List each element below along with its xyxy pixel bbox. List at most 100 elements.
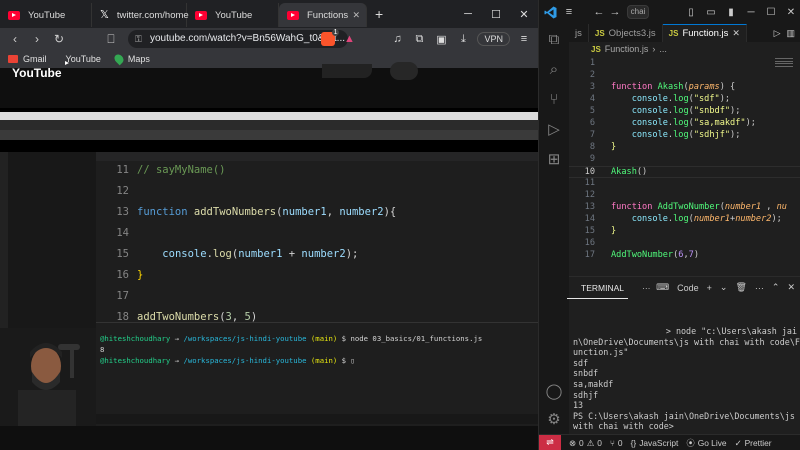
trash-icon[interactable]: 🗑 <box>735 282 746 293</box>
braces-icon: {} <box>630 437 637 448</box>
browser-tab[interactable]: 𝕏 twitter.com/home <box>92 3 189 27</box>
close-tab-icon[interactable]: ✕ <box>352 10 360 21</box>
terminal[interactable]: > node "c:\Users\akash jai n\OneDrive\Doc… <box>569 298 800 434</box>
tab-label: Function.js <box>682 28 729 39</box>
browser-tab[interactable]: YouTube <box>187 3 279 27</box>
music-icon[interactable]: ♫ <box>389 33 405 45</box>
rewards-icon[interactable]: ▲ <box>341 33 357 45</box>
remote-icon[interactable]: ⇌ <box>539 434 561 450</box>
new-tab-button[interactable]: + <box>375 6 383 22</box>
errors-status[interactable]: ⊗ 0 ⚠ 0 <box>569 438 602 448</box>
chevron-up-icon[interactable]: ⌃ <box>772 282 780 293</box>
error-icon: ⊗ <box>569 437 577 448</box>
download-icon[interactable]: ⤓ <box>455 33 471 46</box>
close-window-icon[interactable]: ✕ <box>781 7 800 18</box>
video-player[interactable]: 11// sayMyName() 12 13 function addTwoNum… <box>0 108 538 426</box>
code-line: 12 <box>584 190 595 200</box>
command-center[interactable]: chai <box>627 5 649 19</box>
tab-terminal[interactable]: TERMINAL <box>567 277 628 299</box>
youtube-logo[interactable]: YouTube <box>12 66 62 80</box>
code-text: console.log("sdhjf"); <box>631 130 741 140</box>
browser-window: YouTube 𝕏 twitter.com/home YouTube Funct… <box>0 0 538 450</box>
bookmark-youtube[interactable]: YouTube <box>61 54 101 65</box>
close-tab-icon[interactable]: ✕ <box>732 28 740 39</box>
golive-button[interactable]: ⦿ Go Live <box>686 437 726 449</box>
settings-gear-icon[interactable]: ⚙ <box>539 404 569 434</box>
vpn-button[interactable]: VPN <box>477 32 510 46</box>
code-text: } <box>611 142 617 152</box>
tab-function[interactable]: JS Function.js ✕ <box>662 24 747 42</box>
extensions-icon[interactable]: ⧉ <box>411 33 427 46</box>
source-control-icon[interactable]: ⑂ <box>539 84 569 114</box>
youtube-search-button[interactable] <box>322 64 372 78</box>
language-status[interactable]: {} JavaScript <box>631 438 679 448</box>
gmail-icon <box>8 55 18 63</box>
terminal-line: PS C:\Users\akash jain\OneDrive\Document… <box>573 410 795 421</box>
video-code-line: 12 <box>116 185 129 197</box>
tab-label: Functions <box>307 9 349 21</box>
tab-js[interactable]: js <box>569 24 589 42</box>
panel-toggle-icon[interactable]: ▭ <box>701 7 721 18</box>
editor-tabs: js JS Objects3.js JS Function.js ✕ ▷ ▥ <box>569 24 800 42</box>
browser-tab-active[interactable]: Functions ✕ <box>279 3 367 27</box>
run-debug-icon[interactable]: ▷ <box>539 114 569 144</box>
bookmark-maps[interactable]: Maps <box>112 52 150 66</box>
reload-icon[interactable]: ↻ <box>48 32 70 46</box>
panel-more-icon[interactable]: ··· <box>642 283 651 293</box>
wallet-icon[interactable]: ▣ <box>433 33 449 46</box>
bookmark-label: YouTube <box>65 54 101 64</box>
maximize-icon[interactable]: ☐ <box>761 7 781 18</box>
account-icon[interactable]: ◯ <box>539 376 569 406</box>
menu-icon[interactable]: ≡ <box>561 6 577 18</box>
prettier-status[interactable]: ✓ Prettier <box>735 438 772 448</box>
code-text: console.log("sdf"); <box>631 94 731 104</box>
code-editor[interactable]: 1 2 3 function Akash(params) { 4 console.… <box>569 56 800 276</box>
maximize-icon[interactable]: ☐ <box>482 8 510 21</box>
new-terminal-button[interactable]: + <box>707 283 712 293</box>
code-text: console.log("snbdf"); <box>631 106 741 116</box>
breadcrumb-symbol[interactable]: ... <box>659 44 667 54</box>
video-code-line: 17 <box>116 290 129 302</box>
vscode-logo <box>539 0 561 24</box>
brave-shield-icon[interactable]: 1 <box>321 29 340 46</box>
browser-tabbar: YouTube 𝕏 twitter.com/home YouTube Funct… <box>0 0 538 28</box>
search-icon[interactable]: ⌕ <box>539 54 569 84</box>
explorer-icon[interactable]: ⧉ <box>539 24 569 54</box>
terminal-output: > node "c:\Users\akash jai n\OneDrive\Doc… <box>573 298 800 432</box>
bookmark-gmail[interactable]: Gmail <box>8 54 47 64</box>
url-field[interactable]: ⚿ youtube.com/watch?v=Bn56WahG_t0&list..… <box>128 30 348 48</box>
bookmark-icon[interactable]: ⎕ <box>100 32 122 47</box>
panel-actions: ⌨ Code + ⌄ 🗑 ··· ⌃ ✕ <box>656 282 800 293</box>
browser-tab[interactable]: YouTube <box>0 3 92 27</box>
split-editor-icon[interactable]: ▥ <box>786 28 795 39</box>
chevron-down-icon[interactable]: ⌄ <box>720 282 728 293</box>
minimize-icon[interactable]: ─ <box>454 8 482 20</box>
code-line: 3 function Akash(params) { <box>589 82 736 92</box>
layout-icon[interactable]: ▯ <box>681 7 701 18</box>
nav-back-icon[interactable]: ← <box>591 6 607 18</box>
window-controls: ─ ☐ ✕ <box>454 0 538 28</box>
tab-objects3[interactable]: JS Objects3.js <box>589 24 663 42</box>
close-panel-icon[interactable]: ✕ <box>787 282 795 293</box>
extensions-icon[interactable]: ⊞ <box>539 144 569 174</box>
youtube-header: YouTube <box>0 62 538 108</box>
minimize-icon[interactable]: ─ <box>741 7 761 18</box>
code-line: 2 <box>589 70 595 80</box>
back-icon[interactable]: ‹ <box>4 32 26 46</box>
more-icon[interactable]: ··· <box>755 283 764 293</box>
activity-bar: ⧉ ⌕ ⑂ ▷ ⊞ ◯ ⚙ <box>539 24 569 434</box>
voice-search-button[interactable] <box>390 62 418 80</box>
nav-forward-icon[interactable]: → <box>607 6 623 18</box>
maps-icon <box>112 52 126 66</box>
close-window-icon[interactable]: ✕ <box>510 8 538 21</box>
sidebar-toggle-icon[interactable]: ▮ <box>721 7 741 18</box>
terminal-shell-label[interactable]: Code <box>677 283 699 293</box>
breadcrumb-file[interactable]: Function.js <box>605 44 649 54</box>
run-icon[interactable]: ▷ <box>774 28 781 39</box>
ports-status[interactable]: ⑂ 0 <box>610 438 623 448</box>
menu-icon[interactable]: ≡ <box>516 33 532 45</box>
tab-label: twitter.com/home <box>116 9 189 21</box>
code-text: console.log(number1+number2); <box>631 214 782 224</box>
warning-icon: ⚠ <box>586 437 595 448</box>
forward-icon[interactable]: › <box>26 32 48 46</box>
